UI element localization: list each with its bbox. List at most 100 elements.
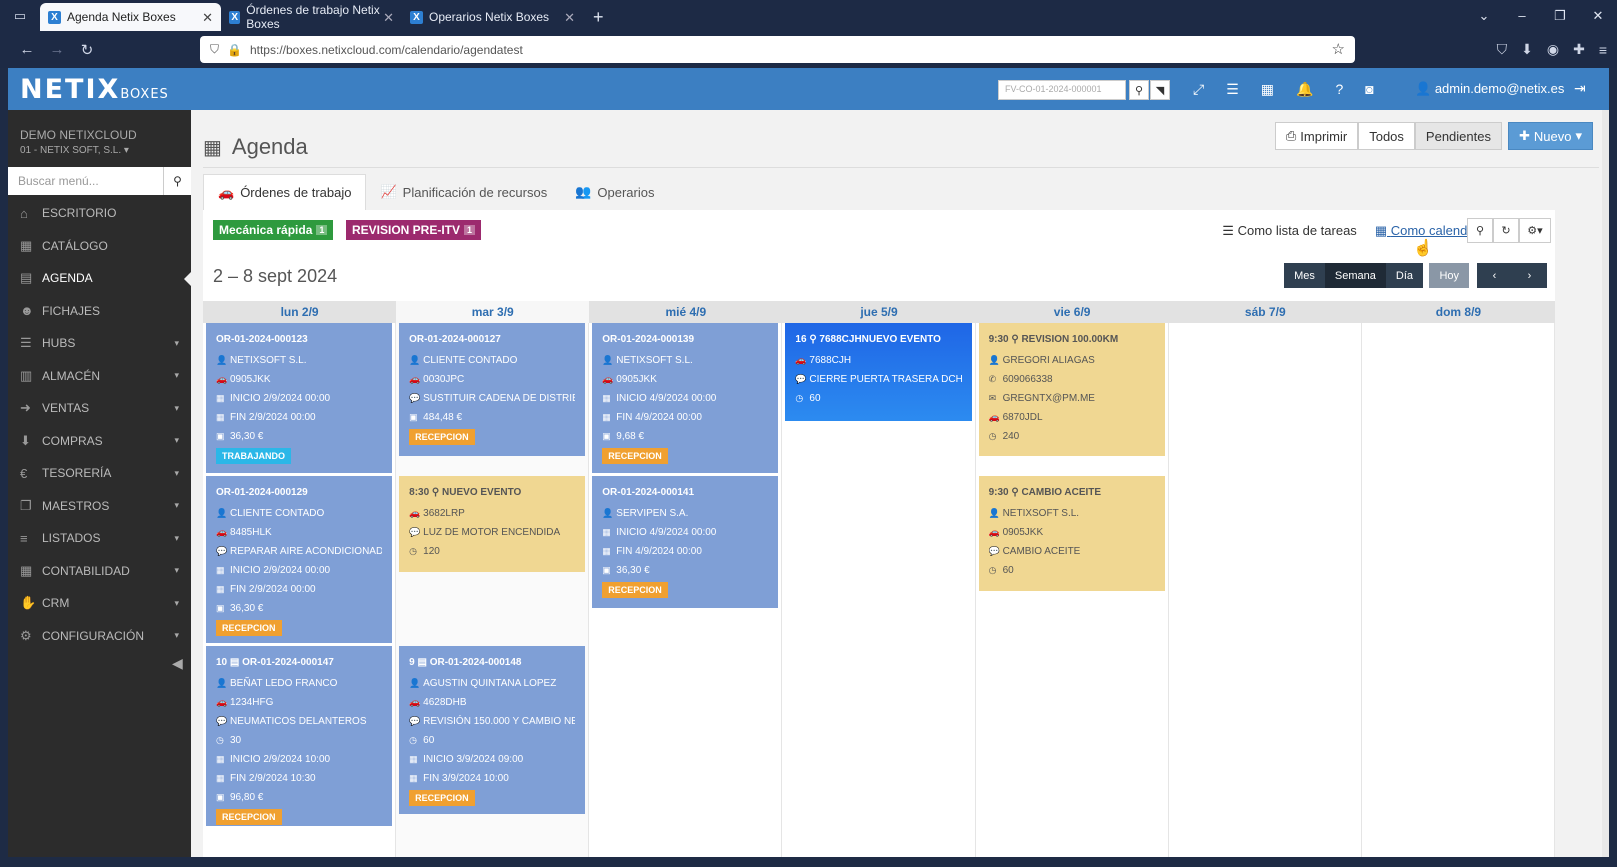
minimize-icon[interactable]: – [1503,0,1541,31]
tab-operarios[interactable]: 👥 Operarios [561,174,668,210]
tab-list-icon[interactable]: ▭ [0,0,40,31]
day-header-2[interactable]: mié 4/9 [589,301,782,323]
close-tab-icon[interactable]: ✕ [564,10,575,26]
address-bar[interactable]: ⛉ 🔒 https://boxes.netixcloud.com/calenda… [200,36,1355,63]
sidebar-item-9[interactable]: ❐ MAESTROS ▾ [8,490,191,523]
filter-badge-mecanica[interactable]: Mecánica rápida 1 [213,220,334,240]
event-card[interactable]: 16 ⚲ 7688CJHNUEVO EVENTO 🚗 7688CJH 💬 CIERRE … [785,323,972,421]
vertical-scrollbar[interactable] [1602,110,1609,857]
browser-tab-agenda[interactable]: X Agenda Netix Boxes ✕ [40,3,221,31]
sidebar-item-3[interactable]: ☻ FICHAJES [8,295,191,328]
event-card[interactable]: OR-01-2024-000123 👤 NETIXSOFT S.L. 🚗 0905JKK… [206,323,393,473]
sidebar-item-10[interactable]: ≡ LISTADOS ▾ [8,522,191,555]
event-card[interactable]: 9 ▤ OR-01-2024-000148 👤 AGUSTIN QUINTANA L… [399,646,586,814]
expand-icon[interactable]: ⤢ [1193,81,1204,98]
day-column-4[interactable]: 9:30 ⚲ REVISION 100.00KM 👤 GREGORI ALIAGAS… [976,323,1169,857]
day-header-1[interactable]: mar 3/9 [396,301,590,323]
company-selector[interactable]: DEMO NETIXCLOUD 01 - NETIX SOFT, S.L. ▾ [8,110,191,158]
day-column-1[interactable]: OR-01-2024-000127 👤 CLIENTE CONTADO 🚗 0030JP… [396,323,590,857]
settings-gear-icon[interactable]: ⚙▾ [1519,218,1551,243]
day-column-3[interactable]: 16 ⚲ 7688CJHNUEVO EVENTO 🚗 7688CJH 💬 CIERRE … [782,323,976,857]
view-week-button[interactable]: Semana [1324,263,1386,288]
search-icon[interactable]: ⚲ [1467,218,1493,243]
event-card[interactable]: OR-01-2024-000141 👤 SERVIPEN S.A. ▦ INICIO 4… [592,476,779,608]
event-card[interactable]: OR-01-2024-000129 👤 CLIENTE CONTADO 🚗 8485HL… [206,476,393,643]
list-view-link[interactable]: ☰ Como lista de tareas [1222,223,1357,239]
calendar-header: lun 2/9 mar 3/9 mié 4/9 jue 5/9 vie 6/9 sáb 7… [203,301,1555,323]
logout-icon[interactable]: ⇥ [1574,80,1586,97]
bell-icon[interactable]: 🔔 [1296,81,1313,98]
view-month-button[interactable]: Mes [1284,263,1325,288]
day-header-3[interactable]: jue 5/9 [782,301,975,323]
close-tab-icon[interactable]: ✕ [383,10,394,26]
netix-boxes-logo[interactable]: NETIXBOXES [20,74,169,105]
document-search-input[interactable]: FV-CO-01-2024-000001 [998,80,1126,100]
tab-overflow-icon[interactable]: ⌄ [1465,0,1503,31]
app-menu-icon[interactable]: ≡ [1599,42,1607,58]
pending-button[interactable]: Pendientes [1414,122,1502,150]
sidebar-item-13[interactable]: ⚙ CONFIGURACIÓN ▾ [8,620,191,653]
day-header-6[interactable]: dom 8/9 [1362,301,1555,323]
event-detail: 🚗 6870JDL [989,408,1155,427]
help-icon[interactable]: ? [1335,81,1343,97]
bookmark-star-icon[interactable]: ☆ [1332,40,1345,58]
search-icon[interactable]: ⚲ [163,167,191,195]
close-tab-icon[interactable]: ✕ [202,10,213,26]
prev-week-icon[interactable]: ‹ [1477,263,1512,288]
reload-icon[interactable]: ↻ [72,41,102,59]
browser-tab-operarios[interactable]: X Operarios Netix Boxes ✕ [402,3,583,31]
day-header-4[interactable]: vie 6/9 [976,301,1169,323]
day-column-6[interactable] [1362,323,1555,857]
today-button[interactable]: Hoy [1429,263,1469,288]
back-icon[interactable]: ← [12,41,42,58]
close-window-icon[interactable]: ✕ [1579,0,1617,31]
tab-ordenes-trabajo[interactable]: 🚗 Órdenes de trabajo [203,174,367,210]
extensions-icon[interactable]: ✚ [1573,41,1585,58]
account-icon[interactable]: ◉ [1547,41,1559,58]
all-button[interactable]: Todos [1358,122,1415,150]
sidebar-item-7[interactable]: ⬇ COMPRAS ▾ [8,425,191,458]
collapse-sidebar-icon[interactable]: ◀ [172,655,183,672]
pocket-icon[interactable]: ⛉ [1497,41,1508,58]
day-header-0[interactable]: lun 2/9 [203,301,396,323]
new-button[interactable]: ✚ Nuevo ▾ [1507,122,1593,150]
view-day-button[interactable]: Día [1385,263,1423,288]
next-week-icon[interactable]: › [1512,263,1547,288]
restore-icon[interactable]: ❐ [1541,0,1579,31]
sidebar-item-11[interactable]: ▦ CONTABILIDAD ▾ [8,555,191,588]
event-card[interactable]: 10 ▤ OR-01-2024-000147 👤 BEÑAT LEDO FRANCO… [206,646,393,826]
sidebar-item-12[interactable]: ✋ CRM ▾ [8,587,191,620]
day-header-5[interactable]: sáb 7/9 [1169,301,1362,323]
event-card[interactable]: 8:30 ⚲ NUEVO EVENTO 🚗 3682LRP 💬 LUZ DE MOTOR… [399,476,586,572]
day-column-5[interactable] [1169,323,1362,857]
event-card[interactable]: OR-01-2024-000139 👤 NETIXSOFT S.L. 🚗 0905JKK… [592,323,779,473]
user-menu[interactable]: 👤 admin.demo@netix.es [1415,81,1564,97]
menu-search-input[interactable]: Buscar menú... [8,174,163,188]
new-tab-button[interactable]: + [583,3,614,31]
search-button[interactable]: ⚲ [1129,80,1149,100]
sidebar-item-5[interactable]: ▥ ALMACÉN ▾ [8,360,191,393]
refresh-icon[interactable]: ↻ [1493,218,1519,243]
event-card[interactable]: 9:30 ⚲ CAMBIO ACEITE 👤 NETIXSOFT S.L. 🚗 0905… [978,476,1165,591]
browser-tab-ordenes[interactable]: X Órdenes de trabajo Netix Boxes ✕ [221,3,402,31]
tab-planificacion[interactable]: 📈 Planificación de recursos [366,174,561,210]
forward-icon[interactable]: → [42,41,72,58]
event-detail: 🚗 3682LRP [409,504,575,523]
print-button[interactable]: ⎙ Imprimir [1274,122,1359,150]
camera-icon[interactable]: ◙ [1365,81,1373,97]
event-card[interactable]: OR-01-2024-000127 👤 CLIENTE CONTADO 🚗 0030JP… [399,323,586,456]
download-icon[interactable]: ⬇ [1521,41,1533,58]
sidebar-item-8[interactable]: € TESORERÍA ▾ [8,457,191,490]
sidebar-item-0[interactable]: ⌂ ESCRITORIO [8,197,191,230]
calendar-icon[interactable]: ▦ [1261,81,1274,98]
sidebar-item-1[interactable]: ▦ CATÁLOGO [8,230,191,263]
rss-button[interactable]: ◥ [1150,80,1170,100]
sidebar-item-2[interactable]: ▤ AGENDA [8,262,191,295]
menu-icon[interactable]: ☰ [1226,81,1239,98]
day-column-2[interactable]: OR-01-2024-000139 👤 NETIXSOFT S.L. 🚗 0905JKK… [589,323,783,857]
day-column-0[interactable]: OR-01-2024-000123 👤 NETIXSOFT S.L. 🚗 0905JKK… [203,323,397,857]
sidebar-item-4[interactable]: ☰ HUBS ▾ [8,327,191,360]
event-card[interactable]: 9:30 ⚲ REVISION 100.00KM 👤 GREGORI ALIAGAS… [978,323,1165,456]
filter-badge-revision[interactable]: REVISION PRE-ITV 1 [346,220,482,240]
sidebar-item-6[interactable]: ➜ VENTAS ▾ [8,392,191,425]
